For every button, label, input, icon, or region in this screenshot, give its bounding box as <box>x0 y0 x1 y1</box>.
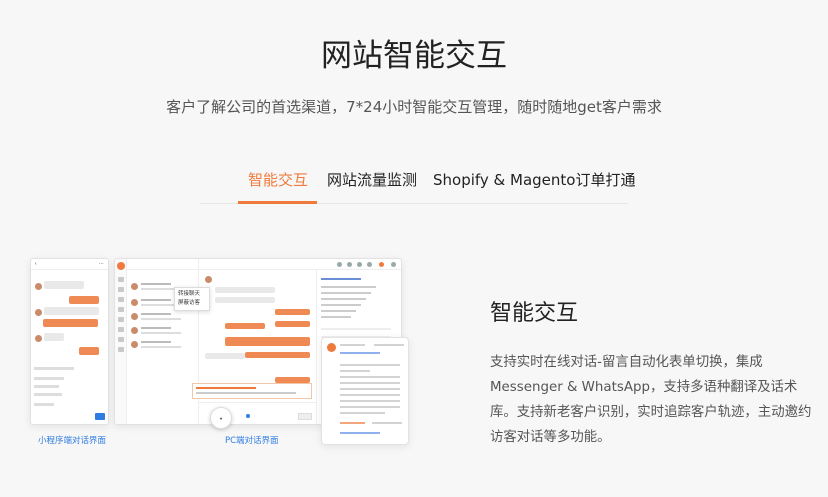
tab-smart-interaction[interactable]: 智能交互 <box>248 169 308 190</box>
nav-icon <box>118 277 124 282</box>
prompt-notice <box>192 383 312 399</box>
visitor-detail-card <box>321 337 409 445</box>
feature-title: 智能交互 <box>490 301 579 326</box>
page-subtitle: 客户了解公司的首选渠道，7*24小时智能交互管理，随时随地get客户需求 <box>166 98 662 116</box>
conversation-list <box>127 259 199 424</box>
send-button <box>298 413 312 420</box>
avatar <box>35 283 42 290</box>
toolbar-icon <box>357 262 362 267</box>
list-item <box>131 325 193 337</box>
mini-program-chat-screenshot: ‹ ⋯ <box>30 258 109 425</box>
chat-bubble <box>43 319 98 327</box>
menu-line <box>34 377 64 380</box>
chat-bubble <box>69 296 99 304</box>
avatar <box>327 343 336 352</box>
chat-bubble <box>245 352 310 358</box>
toolbar-icon <box>391 262 396 267</box>
list-item <box>131 339 193 351</box>
transfer-chat-item: 转接聊天 <box>178 291 201 297</box>
chat-bubble <box>79 347 99 355</box>
chat-bubble <box>275 321 310 327</box>
nav-icon <box>118 327 124 332</box>
send-button <box>95 413 105 420</box>
logo-icon <box>117 262 125 270</box>
nav-icon <box>118 317 124 322</box>
toolbar-icon <box>337 262 342 267</box>
tab-shopify-magento[interactable]: Shopify & Magento订单打通 <box>433 169 635 190</box>
nav-icon <box>118 347 124 352</box>
feature-description: 支持实时在线对话-留言自动化表单切换，集成Messenger & WhatsAp… <box>490 355 812 445</box>
list-item <box>131 311 193 323</box>
block-visitor-item: 屏蔽访客 <box>178 300 201 306</box>
menu-line <box>34 385 59 388</box>
phone-caption: 小程序端对话界面 <box>38 436 107 446</box>
avatar <box>205 276 212 283</box>
toolbar-icon <box>379 262 384 267</box>
chat-bubble <box>44 307 99 315</box>
phone-header: ‹ ⋯ <box>31 259 108 270</box>
toolbar-icon <box>367 262 372 267</box>
chat-bubble <box>225 323 265 329</box>
nav-icon <box>118 307 124 312</box>
menu-line <box>34 403 54 406</box>
chat-bubble <box>275 309 310 315</box>
nav-icon <box>118 337 124 342</box>
active-tab-indicator <box>238 201 317 204</box>
chat-bubble <box>44 281 84 289</box>
page-title: 网站智能交互 <box>321 38 507 74</box>
chat-context-menu: 转接聊天 屏蔽访客 <box>174 287 210 311</box>
menu-line <box>34 393 62 396</box>
chat-bubble <box>225 337 310 346</box>
nav-icon <box>118 297 124 302</box>
tab-traffic-monitoring[interactable]: 网站流量监测 <box>327 169 417 190</box>
avatar <box>35 335 42 342</box>
quick-reply-button: ● <box>210 407 232 429</box>
nav-icon <box>118 287 124 292</box>
input-line <box>34 367 74 370</box>
pc-caption: PC端对话界面 <box>225 436 279 446</box>
sidebar <box>115 259 127 424</box>
chat-bubble <box>215 287 275 293</box>
chat-bubble <box>205 353 245 359</box>
page-indicator-dot <box>246 414 250 418</box>
toolbar-icon <box>347 262 352 267</box>
chat-bubble <box>44 333 64 341</box>
avatar <box>35 309 42 316</box>
chat-bubble <box>215 297 275 303</box>
